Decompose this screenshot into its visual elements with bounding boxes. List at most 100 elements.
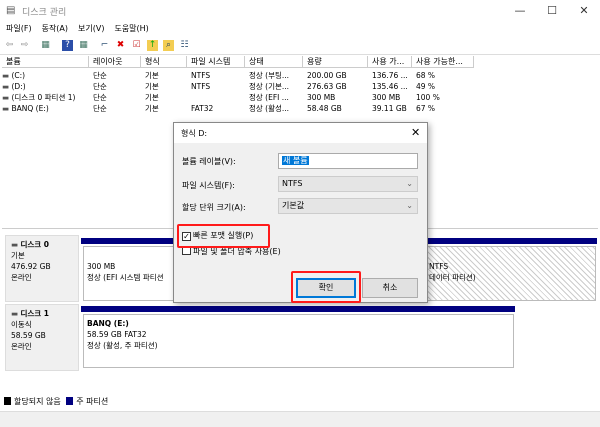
legend-unallocated: 할당되지 않음 — [14, 397, 61, 406]
table-cell: 100 % — [416, 93, 440, 102]
compress-label: 파일 및 폴더 압축 사용(E) — [193, 247, 281, 256]
table-cell: 136.76 ... — [372, 71, 408, 80]
volume-name: (C:) — [11, 71, 26, 80]
minimize-button[interactable]: — — [505, 0, 535, 22]
menu-file[interactable]: 파일(F) — [0, 22, 36, 34]
table-cell: 기본 — [145, 71, 159, 80]
dialog-title-bar: 형식 D: ✕ — [174, 123, 427, 143]
volume-name: (D:) — [11, 82, 26, 91]
partition-efi[interactable]: 300 MB 정상 (EFI 시스템 파티션 — [83, 246, 183, 301]
table-cell: 정상 (부팅... — [249, 71, 290, 80]
table-cell: 276.63 GB — [307, 82, 347, 91]
console-tree-icon[interactable]: ▦ — [40, 40, 51, 51]
properties-icon[interactable]: ▦ — [78, 40, 89, 51]
table-cell: NTFS — [191, 71, 211, 80]
table-cell: 단순 — [93, 71, 107, 80]
partition-size: 58.59 GB FAT32 — [87, 330, 147, 339]
help-icon[interactable]: ? — [62, 40, 73, 51]
disk-status: 온라인 — [11, 342, 32, 351]
highlight-ok — [291, 271, 361, 303]
chevron-down-icon: ⌄ — [406, 201, 413, 210]
dialog-title: 형식 D: — [181, 129, 208, 138]
table-cell: ▬ (디스크 0 파티션 1) — [2, 92, 87, 103]
disk-name: 디스크 0 — [20, 240, 50, 249]
table-cell: ▬ (C:) — [2, 70, 87, 81]
allocation-size-select[interactable]: 기본값 ⌄ — [278, 198, 418, 214]
table-cell: 39.11 GB — [372, 104, 407, 113]
partition-status: 데이터 파티션) — [429, 273, 476, 282]
menu-view[interactable]: 보기(V) — [72, 22, 108, 34]
window-title: 디스크 관리 — [22, 8, 67, 18]
table-cell: 기본 — [145, 104, 159, 113]
partition-title: BANQ (E:) — [87, 319, 129, 328]
partition-d[interactable]: NTFS 데이터 파티션) — [425, 246, 596, 301]
volume-label-value: 새 볼륨 — [282, 156, 309, 165]
list-icon[interactable]: ☷ — [179, 40, 190, 51]
app-icon: ▤ — [6, 5, 16, 16]
col-free[interactable]: 사용 가... — [368, 56, 412, 68]
partition-size: 300 MB — [87, 262, 116, 271]
volume-name: (디스크 0 파티션 1) — [11, 93, 76, 102]
folder-up-icon[interactable]: ↑ — [147, 40, 158, 51]
disk-0-info[interactable]: ▬ 디스크 0 기본 476.92 GB 온라인 — [5, 235, 79, 302]
partition-status: 정상 (활성, 주 파티션) — [87, 341, 158, 350]
col-volume[interactable]: 볼륨 — [2, 56, 89, 68]
col-layout[interactable]: 레이아웃 — [89, 56, 141, 68]
close-button[interactable]: ✕ — [569, 0, 599, 22]
table-cell: 300 MB — [372, 93, 401, 102]
table-cell: 68 % — [416, 71, 436, 80]
legend-primary: 주 파티션 — [76, 397, 109, 406]
status-bar — [0, 411, 600, 427]
check-icon[interactable]: ☑ — [131, 40, 142, 51]
file-system-select[interactable]: NTFS ⌄ — [278, 176, 418, 192]
table-cell: 300 MB — [307, 93, 336, 102]
table-cell: ▬ BANQ (E:) — [2, 103, 87, 114]
menu-action[interactable]: 동작(A) — [36, 22, 72, 34]
disk-name: 디스크 1 — [20, 309, 50, 318]
connect-icon[interactable]: ⌐ — [99, 40, 110, 51]
back-icon[interactable]: ⇦ — [4, 40, 15, 51]
partition-fs: NTFS — [429, 262, 449, 271]
menu-bar: 파일(F) 동작(A) 보기(V) 도움말(H) — [0, 22, 600, 37]
disk-size: 476.92 GB — [11, 262, 51, 271]
partition-status: 정상 (EFI 시스템 파티션 — [87, 273, 164, 282]
table-cell: ▬ (D:) — [2, 81, 87, 92]
volume-label-label: 볼륨 레이블(V): — [182, 157, 236, 166]
table-cell: 단순 — [93, 104, 107, 113]
menu-help[interactable]: 도움말(H) — [108, 22, 152, 34]
table-cell: NTFS — [191, 82, 211, 91]
col-capacity[interactable]: 용량 — [303, 56, 368, 68]
forward-icon[interactable]: ⇨ — [19, 40, 30, 51]
table-cell: 단순 — [93, 93, 107, 102]
allocation-size-value: 기본값 — [282, 201, 305, 210]
partition-banq[interactable]: BANQ (E:) 58.59 GB FAT32 정상 (활성, 주 파티션) — [83, 314, 514, 368]
disk-1-info[interactable]: ▬ 디스크 1 이동식 58.59 GB 온라인 — [5, 304, 79, 371]
disk-type: 기본 — [11, 251, 25, 260]
disk-type: 이동식 — [11, 320, 32, 329]
file-system-label: 파일 시스템(F): — [182, 181, 235, 190]
highlight-quick-format — [177, 224, 270, 248]
col-free-pct[interactable]: 사용 가능한... — [412, 56, 474, 68]
search-folder-icon[interactable]: ⌕ — [163, 40, 174, 51]
toolbar: ⇦ ⇨ ▦ ? ▦ ⌐ ✖ ☑ ↑ ⌕ ☷ — [0, 37, 600, 55]
cancel-button[interactable]: 취소 — [362, 278, 418, 298]
disk-size: 58.59 GB — [11, 331, 46, 340]
file-system-value: NTFS — [282, 179, 303, 188]
table-cell: 58.48 GB — [307, 104, 342, 113]
maximize-button[interactable]: ☐ — [537, 0, 567, 22]
table-cell: 정상 (기본... — [249, 82, 290, 91]
table-cell: 기본 — [145, 93, 159, 102]
delete-icon[interactable]: ✖ — [115, 40, 126, 51]
volume-label-input[interactable]: 새 볼륨 — [278, 153, 418, 169]
col-filesystem[interactable]: 파일 시스템 — [187, 56, 245, 68]
table-cell: 정상 (EFI ... — [249, 93, 289, 102]
dialog-close-button[interactable]: ✕ — [411, 126, 420, 139]
table-cell: 49 % — [416, 82, 436, 91]
col-status[interactable]: 상태 — [245, 56, 303, 68]
legend-swatch-unallocated — [4, 397, 11, 405]
disk-status: 온라인 — [11, 273, 32, 282]
table-cell: FAT32 — [191, 104, 214, 113]
volume-name: BANQ (E:) — [11, 104, 49, 113]
col-type[interactable]: 형식 — [141, 56, 187, 68]
title-bar: ▤ 디스크 관리 — ☐ ✕ — [0, 0, 600, 22]
